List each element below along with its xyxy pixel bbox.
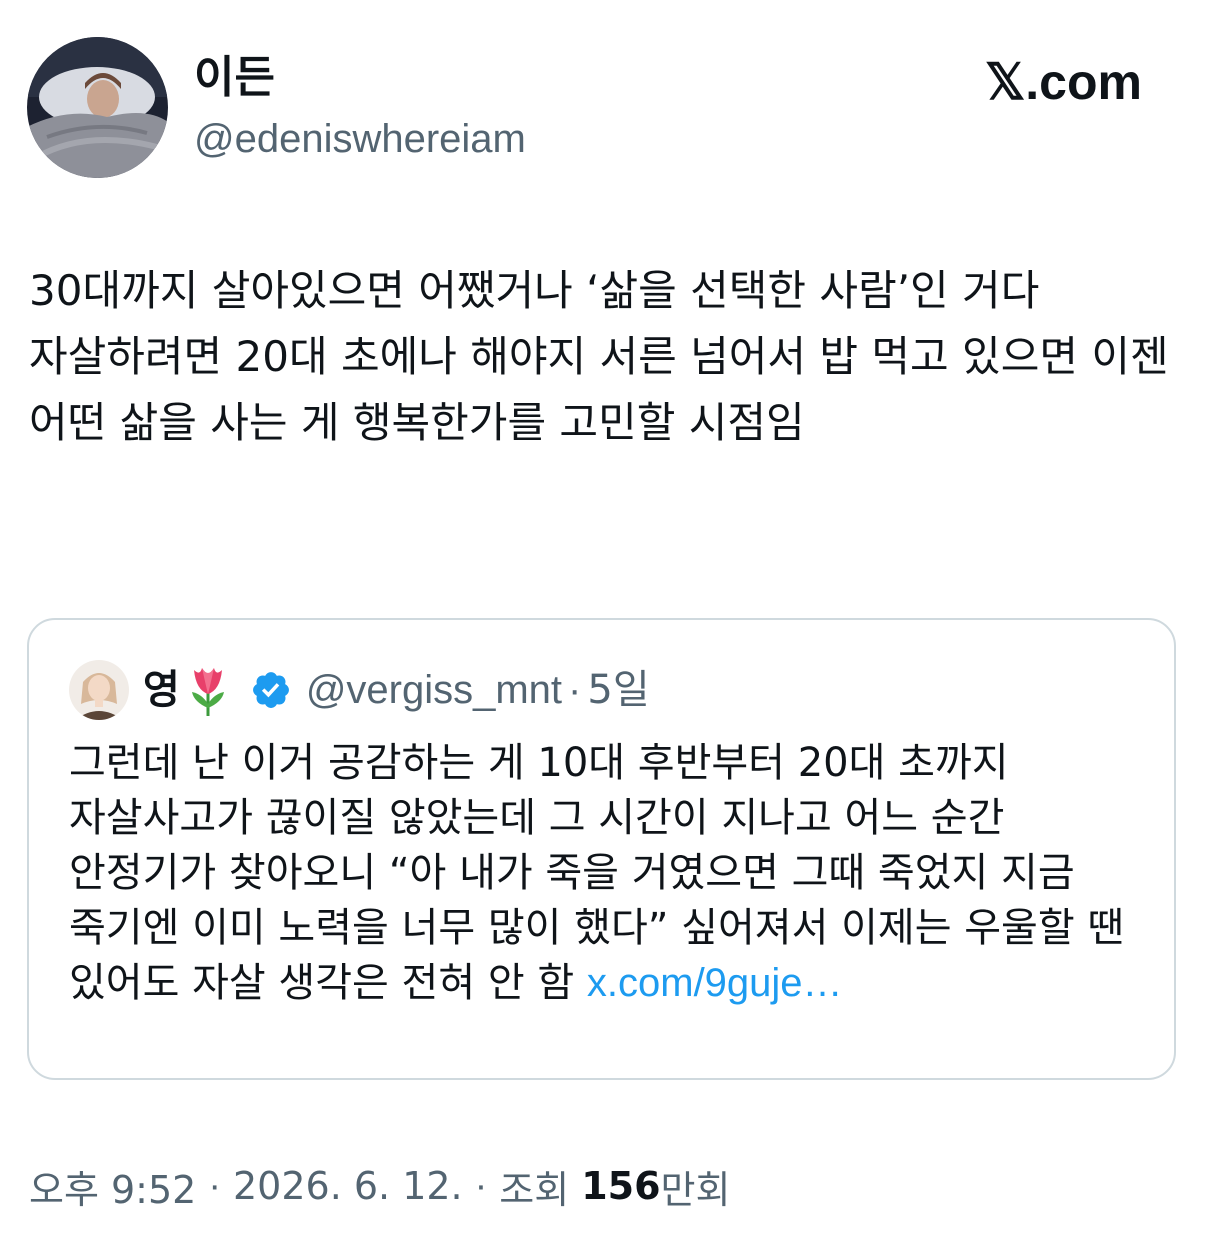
tweet-time[interactable]: 오후 9:52 xyxy=(29,1159,196,1214)
tulip-icon xyxy=(191,668,224,716)
verified-badge-icon xyxy=(252,672,289,708)
author-display-name[interactable]: 이든 xyxy=(194,50,275,106)
tweet-date[interactable]: 2026. 6. 12. xyxy=(233,1164,463,1208)
quoted-tweet-card[interactable]: 영 @vergiss_mnt · 5일 그런데 난 이거 공감하는 게 10대 … xyxy=(27,618,1176,1080)
x-com-label: 𝕏.com xyxy=(985,54,1142,110)
author-handle[interactable]: @edeniswhereiam xyxy=(194,113,526,165)
tweet-text: 30대까지 살아있으면 어쨌거나 ‘삶을 선택한 사람’인 거다 자살하려면 2… xyxy=(29,266,1182,447)
quoted-tweet-time[interactable]: 5일 xyxy=(587,665,649,715)
views-count: 156 xyxy=(581,1164,661,1208)
quoted-author-handle[interactable]: @vergiss_mnt xyxy=(306,665,562,715)
meta-separator: · xyxy=(474,1164,488,1207)
quoted-tweet-link[interactable]: x.com/9guje… xyxy=(587,961,843,1005)
quoted-tweet-text: 그런데 난 이거 공감하는 게 10대 후반부터 20대 초까지 자살사고가 끊… xyxy=(69,736,1139,1011)
header-separator: · xyxy=(568,667,582,712)
views-label: 조회 xyxy=(499,1167,570,1212)
views-unit: 만회 xyxy=(660,1167,731,1212)
author-avatar[interactable] xyxy=(27,37,168,178)
quoted-author-avatar[interactable] xyxy=(69,660,129,720)
quoted-author-display-name[interactable]: 영 xyxy=(143,665,180,715)
tweet-meta: 오후 9:52 · 2026. 6. 12. · 조회 156 만회 xyxy=(29,1156,730,1216)
quoted-tweet-header: 영 @vergiss_mnt · 5일 xyxy=(69,660,650,720)
meta-separator: · xyxy=(208,1164,221,1207)
x-com-brand: 𝕏.com xyxy=(985,52,1142,112)
